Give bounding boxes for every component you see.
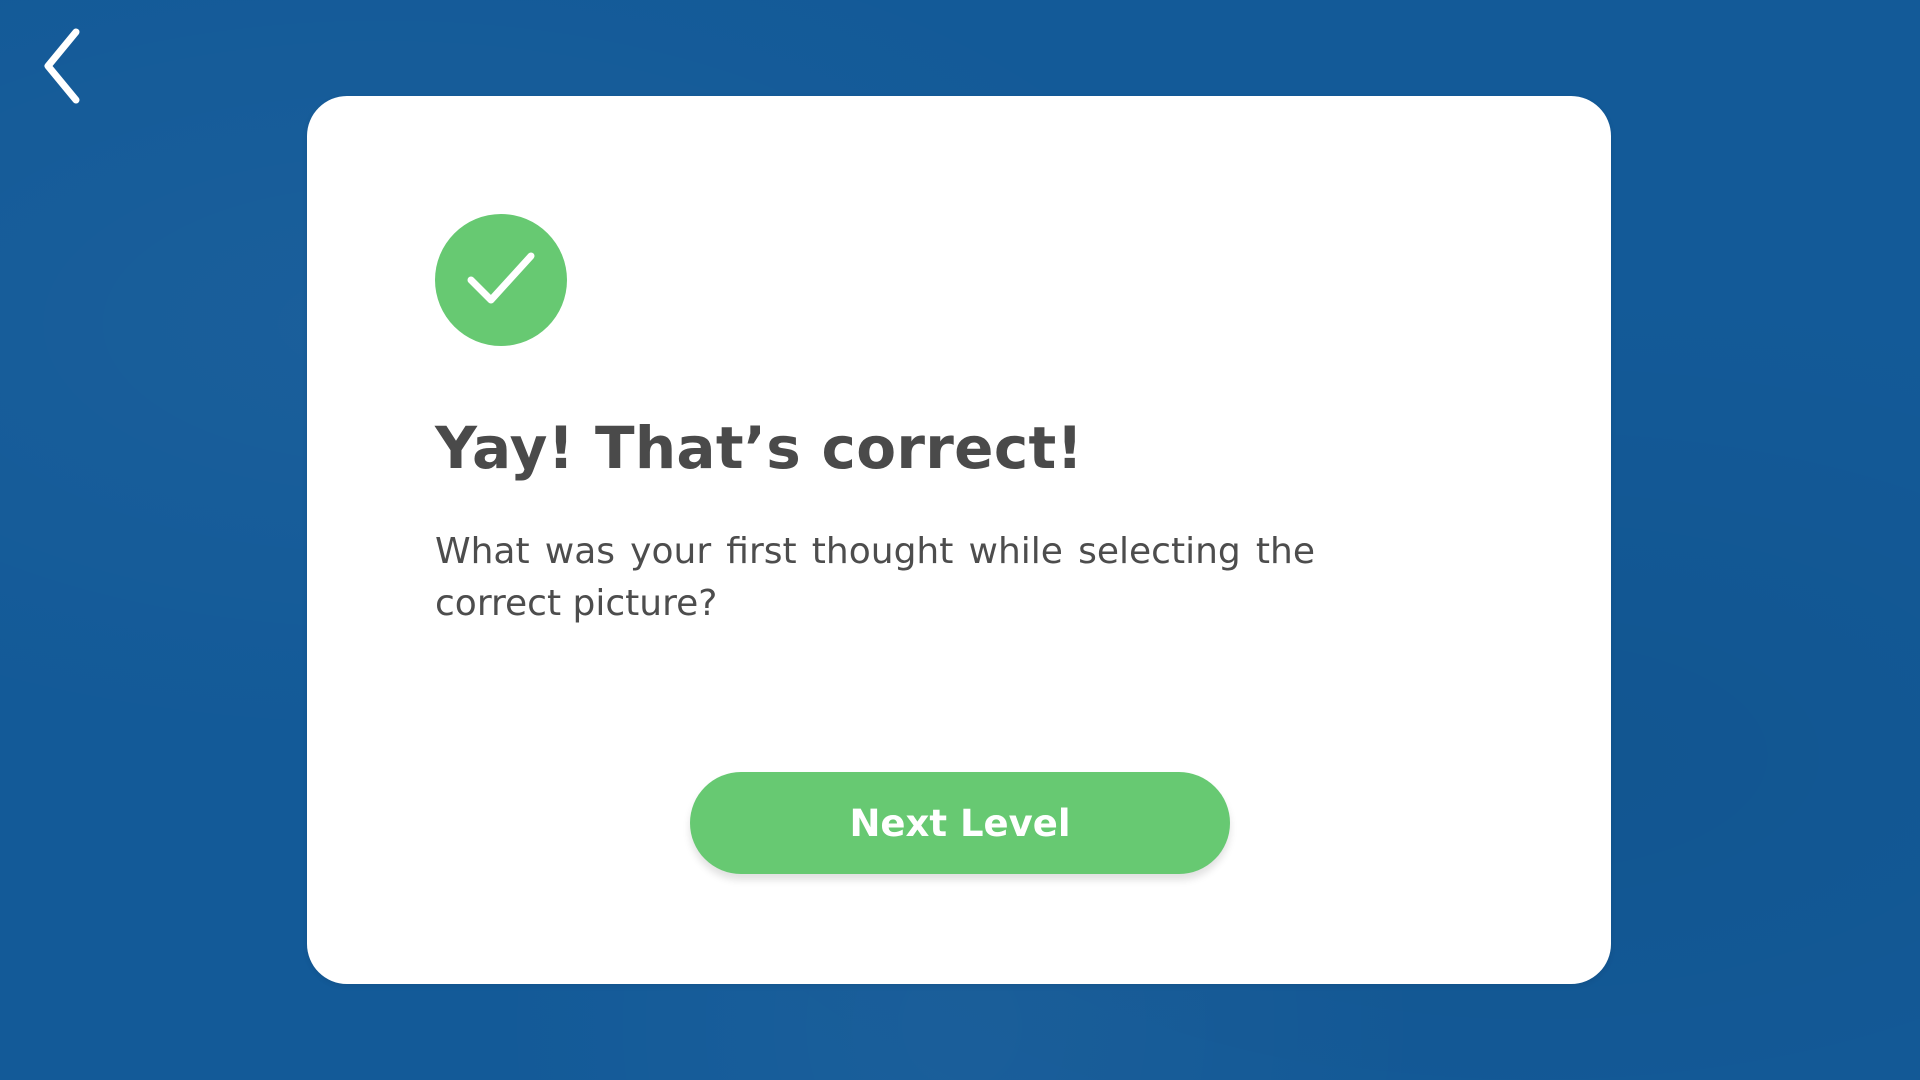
checkmark-icon xyxy=(467,252,535,304)
success-badge xyxy=(435,214,567,346)
chevron-left-icon xyxy=(44,28,80,104)
result-title: Yay! That’s correct! xyxy=(435,414,1084,482)
reflection-question: What was your first thought while select… xyxy=(435,531,1315,624)
result-card: Yay! That’s correct! What was your first… xyxy=(307,96,1611,984)
next-level-button[interactable]: Next Level xyxy=(690,772,1230,874)
back-button[interactable] xyxy=(36,22,88,110)
